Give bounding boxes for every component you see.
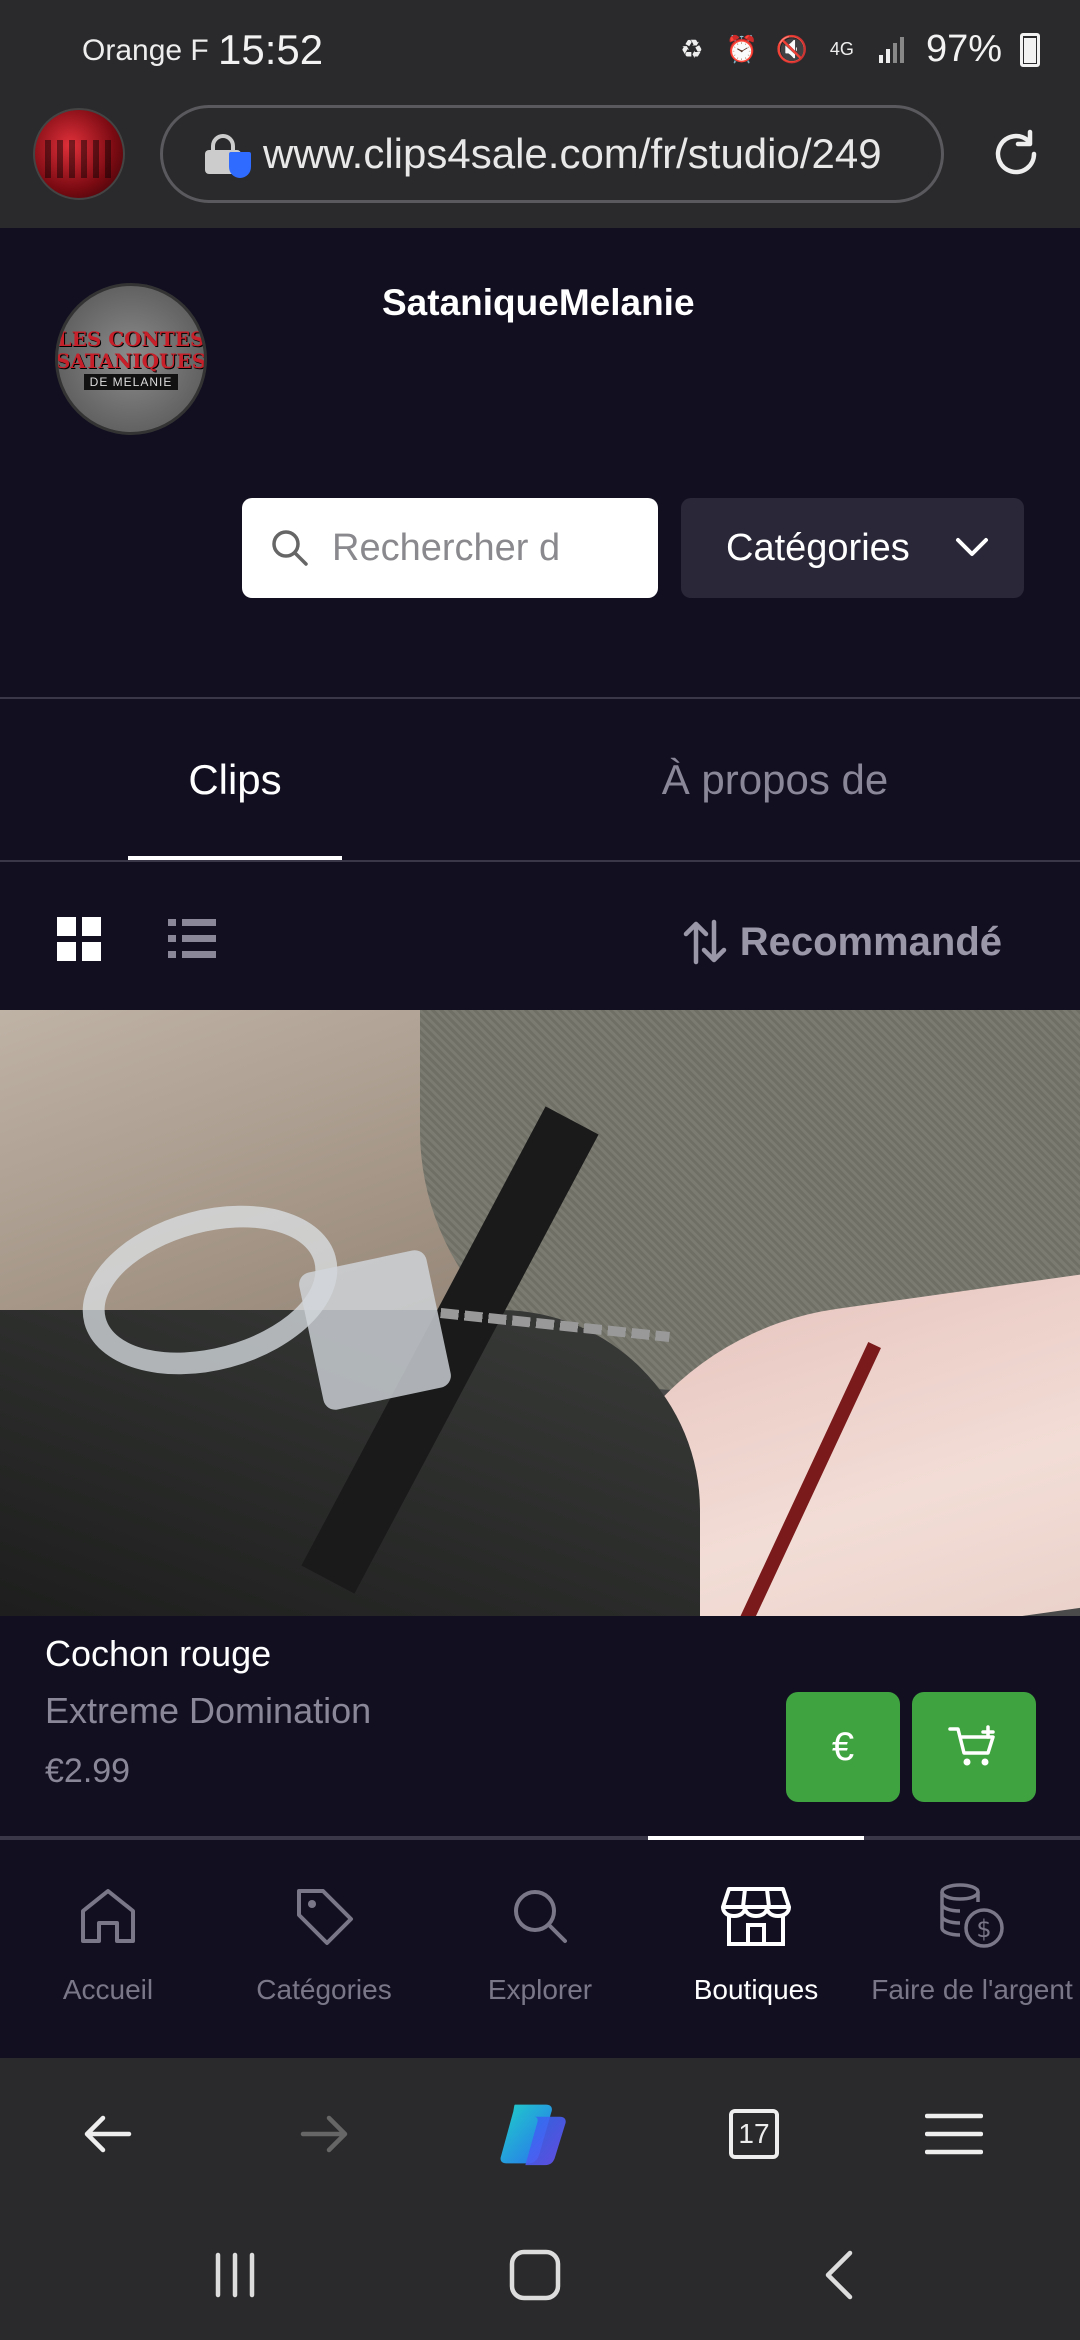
clip-title[interactable]: Cochon rouge [45, 1633, 271, 1675]
categories-dropdown[interactable]: Catégories [681, 498, 1024, 598]
buy-now-button[interactable]: € [786, 1692, 900, 1802]
store-icon [720, 1880, 792, 1952]
url-field[interactable]: www.clips4sale.com/fr/studio/249 [160, 105, 944, 203]
search-icon [504, 1880, 576, 1952]
clip-category[interactable]: Extreme Domination [45, 1690, 371, 1732]
recent-apps-button[interactable] [200, 2240, 270, 2310]
studio-logo[interactable]: LES CONTES SATANIQUES DE MELANIE [55, 283, 207, 435]
categories-dropdown-label: Catégories [726, 526, 910, 569]
status-icons: ♻ ⏰ 🔇 4G 97% [676, 28, 1040, 71]
status-bar: Orange F 15:52 ♻ ⏰ 🔇 4G 97% [0, 0, 1080, 100]
nav-item-stores[interactable]: Boutiques [648, 1880, 864, 2006]
nav-item-home[interactable]: Accueil [0, 1880, 216, 2006]
tab-about[interactable]: À propos de [540, 700, 1010, 860]
system-back-button[interactable] [804, 2240, 874, 2310]
copilot-icon [500, 2104, 566, 2166]
chevron-down-icon [956, 538, 988, 556]
signal-icon [876, 32, 908, 68]
url-text[interactable]: www.clips4sale.com/fr/studio/249 [263, 130, 882, 178]
tab-clips[interactable]: Clips [0, 700, 470, 860]
add-to-cart-button[interactable] [912, 1692, 1036, 1802]
sort-icon [683, 919, 726, 965]
studio-name: SataniqueMelanie [382, 282, 695, 323]
cart-plus-icon [948, 1725, 995, 1766]
tab-switcher-button[interactable]: 17 [716, 2096, 792, 2172]
sort-button[interactable]: Recommandé [682, 918, 1002, 966]
grid-view-icon[interactable] [55, 915, 103, 963]
studio-logo-subtitle: DE MELANIE [83, 374, 179, 390]
home-icon [72, 1880, 144, 1952]
nav-item-make-money[interactable]: $ Faire de l'argent [864, 1880, 1080, 2006]
arrow-right-icon [300, 2115, 348, 2153]
copilot-button[interactable] [496, 2096, 572, 2172]
alarm-icon: ⏰ [725, 34, 759, 64]
network-type-icon: 4G [829, 39, 854, 59]
nav-label: Catégories [256, 1974, 392, 2005]
nav-label: Faire de l'argent [871, 1974, 1073, 2005]
nav-label: Boutiques [693, 1974, 819, 2005]
divider [0, 860, 1080, 862]
studio-search[interactable] [242, 498, 658, 598]
svg-text:$: $ [976, 1915, 991, 1943]
back-button[interactable] [70, 2096, 146, 2172]
divider [0, 697, 1080, 699]
clip-price: €2.99 [45, 1752, 131, 1790]
list-view-icon[interactable] [166, 915, 218, 963]
browser-menu-button[interactable] [916, 2096, 992, 2172]
search-icon [272, 530, 308, 566]
studio-logo-title: LES CONTES SATANIQUES [55, 327, 207, 373]
forward-button[interactable] [286, 2096, 362, 2172]
reload-icon[interactable] [988, 126, 1044, 182]
nav-item-explore[interactable]: Explorer [432, 1880, 648, 2006]
arrow-left-icon [84, 2115, 132, 2153]
recent-apps-icon [215, 2252, 255, 2298]
clip-thumbnail[interactable] [0, 1010, 1080, 1616]
sort-label: Recommandé [739, 919, 1002, 964]
carrier-label: Orange F [82, 34, 209, 67]
tag-icon [288, 1880, 360, 1952]
coins-icon: $ [936, 1880, 1008, 1952]
status-clock: 15:52 [218, 26, 324, 73]
home-button[interactable] [500, 2240, 570, 2310]
search-input[interactable] [332, 526, 632, 570]
home-square-icon [509, 2249, 561, 2301]
battery-percent: 97% [925, 28, 1002, 70]
mute-icon: 🔇 [775, 34, 809, 64]
secure-lock-icon[interactable] [203, 132, 251, 178]
chevron-left-icon [825, 2250, 853, 2300]
battery-icon [1020, 32, 1040, 67]
nav-label: Explorer [487, 1974, 593, 2005]
battery-saver-icon: ♻ [680, 34, 704, 64]
tab-count: 17 [729, 2109, 779, 2159]
site-favicon[interactable] [33, 108, 125, 200]
hamburger-menu-icon [925, 2113, 983, 2155]
nav-label: Accueil [62, 1974, 154, 2005]
nav-item-categories[interactable]: Catégories [216, 1880, 432, 2006]
